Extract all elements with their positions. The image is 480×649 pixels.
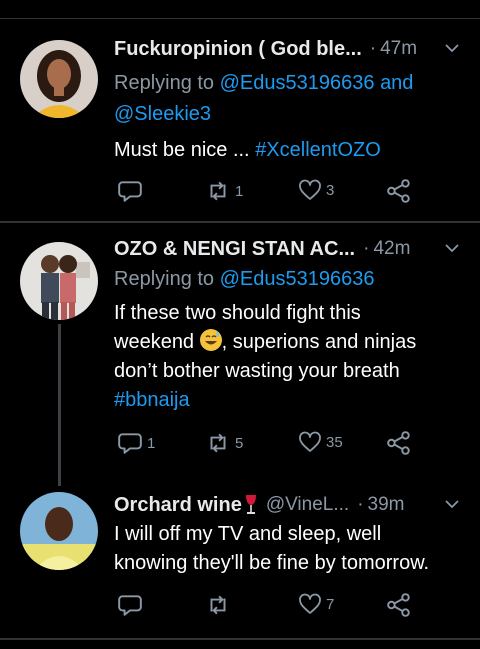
thread-connector bbox=[58, 324, 61, 486]
tweet-actions: 1 3 bbox=[0, 178, 480, 206]
share-button[interactable] bbox=[386, 430, 412, 456]
mention-link[interactable]: @Sleekie3 bbox=[114, 103, 211, 125]
chevron-down-icon[interactable] bbox=[444, 240, 460, 256]
mention-join: and bbox=[380, 72, 414, 94]
tweet-text: I will off my TV and sleep, well knowing… bbox=[114, 520, 474, 578]
like-count: 3 bbox=[326, 181, 335, 199]
tweet-line: weekend , superions and ninjas bbox=[114, 329, 417, 353]
retweet-button[interactable] bbox=[205, 592, 231, 618]
replying-to: Replying to @Edus53196636 and @Sleekie3 bbox=[114, 68, 413, 130]
separator-dot: · bbox=[369, 38, 377, 59]
avatar[interactable] bbox=[20, 242, 98, 320]
tweet-divider bbox=[0, 221, 480, 223]
tweet-2[interactable]: OZO & NENGI STAN AC... · 42m Replying to… bbox=[0, 224, 480, 486]
reply-icon bbox=[118, 181, 142, 202]
tweet-text: If these two should fight this weekend ,… bbox=[114, 299, 464, 415]
share-icon bbox=[387, 179, 410, 203]
timestamp[interactable]: 42m bbox=[373, 238, 410, 260]
timestamp[interactable]: 47m bbox=[380, 38, 417, 60]
reply-icon bbox=[118, 595, 142, 616]
tweet-actions: 7 bbox=[0, 592, 480, 620]
share-button[interactable] bbox=[386, 592, 412, 618]
tweet-header: Fuckuropinion ( God ble... · 47m bbox=[114, 34, 460, 64]
display-name[interactable]: Orchard wine bbox=[114, 494, 242, 517]
timestamp[interactable]: 39m bbox=[368, 494, 405, 516]
tweet-line: I will off my TV and sleep, well bbox=[114, 523, 382, 545]
chevron-down-icon[interactable] bbox=[444, 40, 460, 56]
chevron-down-icon[interactable] bbox=[444, 496, 460, 512]
retweet-icon bbox=[210, 595, 226, 615]
tweet-text-body: Must be nice ... bbox=[114, 139, 250, 161]
tweet-line: If these two should fight this bbox=[114, 302, 361, 324]
user-handle[interactable]: @VineL... bbox=[266, 494, 349, 516]
share-button[interactable] bbox=[386, 178, 412, 204]
retweet-button[interactable]: 5 bbox=[205, 430, 243, 456]
separator-dot: · bbox=[363, 238, 370, 259]
tweet-line: don’t bother wasting your breath bbox=[114, 360, 400, 382]
like-button[interactable]: 7 bbox=[298, 592, 334, 616]
retweet-icon bbox=[210, 181, 226, 201]
tweet-1[interactable]: Fuckuropinion ( God ble... · 47m Replyin… bbox=[0, 0, 480, 222]
heart-icon bbox=[299, 593, 321, 614]
reply-count: 1 bbox=[147, 434, 156, 452]
share-icon bbox=[387, 431, 410, 455]
retweet-button[interactable]: 1 bbox=[205, 178, 243, 204]
display-name[interactable]: Fuckuropinion ( God ble... bbox=[114, 38, 362, 61]
tweet-divider bbox=[0, 638, 480, 640]
grinning-sweat-emoji-icon bbox=[199, 329, 222, 351]
retweet-count: 5 bbox=[235, 434, 244, 452]
reply-button[interactable]: 1 bbox=[117, 430, 155, 456]
tweet-header: Orchard wine @VineL... · 39m bbox=[114, 490, 460, 520]
like-button[interactable]: 35 bbox=[298, 430, 343, 454]
hashtag-link[interactable]: #XcellentOZO bbox=[255, 139, 381, 161]
share-icon bbox=[387, 593, 410, 617]
wine-glass-icon bbox=[245, 495, 256, 514]
separator-dot: · bbox=[357, 494, 364, 515]
tweet-3[interactable]: Orchard wine @VineL... · 39m I will off … bbox=[0, 480, 480, 640]
tweet-actions: 1 5 35 bbox=[0, 430, 480, 458]
reply-icon bbox=[118, 433, 142, 454]
heart-icon bbox=[299, 431, 321, 452]
retweet-count: 1 bbox=[235, 182, 244, 200]
hashtag-link[interactable]: #bbnaija bbox=[114, 386, 464, 415]
mention-link[interactable]: @Edus53196636 bbox=[220, 268, 375, 290]
tweet-header: OZO & NENGI STAN AC... · 42m bbox=[114, 234, 460, 264]
avatar[interactable] bbox=[20, 492, 98, 570]
replying-label: Replying to bbox=[114, 268, 215, 290]
reply-button[interactable] bbox=[117, 592, 143, 618]
like-button[interactable]: 3 bbox=[298, 178, 334, 202]
retweet-icon bbox=[210, 433, 226, 453]
reply-button[interactable] bbox=[117, 178, 143, 204]
like-count: 35 bbox=[326, 433, 343, 451]
display-name[interactable]: OZO & NENGI STAN AC... bbox=[114, 238, 355, 261]
replying-label: Replying to bbox=[114, 72, 215, 94]
tweet-text: Must be nice ... #XcellentOZO bbox=[114, 136, 464, 165]
avatar[interactable] bbox=[20, 40, 98, 118]
heart-icon bbox=[299, 179, 321, 200]
tweet-line: knowing they'll be fine by tomorrow. bbox=[114, 552, 430, 574]
like-count: 7 bbox=[326, 595, 335, 613]
mention-link[interactable]: @Edus53196636 bbox=[220, 72, 375, 94]
replying-to: Replying to @Edus53196636 bbox=[114, 264, 375, 295]
